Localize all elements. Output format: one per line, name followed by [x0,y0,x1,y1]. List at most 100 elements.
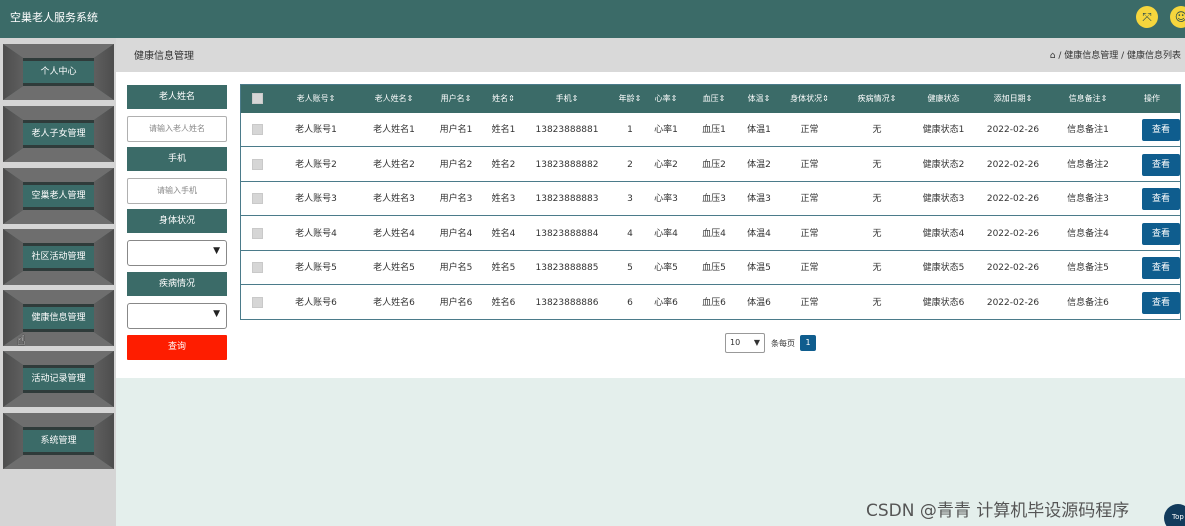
column-header: 健康状态 [927,94,960,103]
table-cell: 正常 [800,263,819,273]
bevel-bottom [3,86,114,100]
table-cell: 老人姓名1 [373,125,415,135]
table-cell: 用户名1 [439,125,473,135]
table-cell: 无 [872,263,882,273]
column-header[interactable]: 手机⇕ [523,85,611,113]
column-header[interactable]: 体温⇕ [740,85,778,113]
column-header[interactable]: 心率⇕ [647,85,685,113]
table-cell: 正常 [800,194,819,204]
table-cell: 老人姓名4 [373,228,415,239]
column-header[interactable]: 身体状况⇕ [781,85,838,113]
bevel-top [3,106,114,120]
health-table: 老人账号⇕ 老人姓名⇕ 用户名⇕ 姓名⇕ 手机⇕ 年龄⇕ 心率⇕ 血压⇕ 体温⇕ 身体状况⇕ 疾病情… [240,84,1181,320]
table-cell: 13823888881 [535,125,599,135]
sidebar-item-label: 活动记录管理 [23,368,94,390]
table-cell: 老人姓名6 [373,297,415,308]
health-status-select[interactable]: ▼ [127,240,227,266]
table-cell: 血压1 [702,125,726,135]
table-cell: 信息备注6 [1067,297,1109,308]
table-cell: 老人姓名2 [373,159,415,170]
table-cell: 用户名6 [439,297,473,308]
view-button[interactable]: 查看 [1142,188,1180,210]
column-header[interactable]: 姓名⇕ [482,85,525,113]
table-row: 老人账号1 老人姓名1 用户名1 姓名1 13823888881 1 心率1 血压1 体温1 正常… [241,113,1180,147]
column-header[interactable]: 疾病情况⇕ [845,85,909,113]
row-checkbox[interactable] [252,296,263,308]
query-button[interactable]: 查询 [127,335,227,360]
column-header[interactable]: 年龄⇕ [618,85,642,113]
table-cell: 健康状态1 [922,125,965,135]
table-cell: 13823888884 [535,228,599,239]
table-cell: 用户名5 [439,263,473,273]
table-cell: 老人账号6 [295,297,337,308]
elder-name-input[interactable]: 请输入老人姓名 [127,116,227,142]
sidebar-item-label: 健康信息管理 [23,307,94,329]
breadcrumb[interactable]: ⌂ / 健康信息管理 / 健康信息列表 [1050,48,1181,61]
table-cell: 血压4 [702,228,726,239]
column-header[interactable]: 用户名⇕ [430,85,482,113]
column-header[interactable]: 血压⇕ [692,85,736,113]
view-button[interactable]: 查看 [1142,153,1180,176]
sidebar-item[interactable]: 活动记录管理 [3,351,114,407]
table-cell: 5 [627,263,633,273]
table-cell: 3 [627,194,633,204]
page-size-select[interactable]: 10 ▼ [725,333,765,353]
sidebar-item[interactable]: 空巢老人管理 [3,168,114,224]
page-size-value: 10 [730,338,741,347]
sidebar-item[interactable]: 社区活动管理 [3,229,114,285]
row-checkbox[interactable] [252,124,263,135]
table-cell: 老人账号2 [295,159,337,170]
sidebar-item[interactable]: 老人子女管理 [3,106,114,162]
view-button[interactable]: 查看 [1142,291,1180,314]
view-button[interactable]: 查看 [1142,119,1180,141]
table-row: 老人账号4 老人姓名4 用户名4 姓名4 13823888884 4 心率4 血压4 体温4 正常… [241,216,1180,251]
bevel-top [3,351,114,365]
disease-label: 疾病情况 [127,272,227,296]
elder-name-label: 老人姓名 [127,85,227,109]
page-number-button[interactable]: 1 [800,335,816,351]
expand-icon[interactable]: ⤧ [1136,6,1158,28]
sidebar-item-label: 老人子女管理 [23,123,94,145]
table-cell: 13823888885 [535,263,599,273]
column-header[interactable]: 老人姓名⇕ [359,85,429,113]
sidebar-item-label: 系统管理 [23,430,94,452]
column-header[interactable]: 添加日期⇕ [978,85,1048,113]
bevel-top [3,413,114,427]
table-cell: 心率3 [654,194,678,204]
view-button[interactable]: 查看 [1142,257,1180,279]
table-cell: 4 [627,228,633,239]
bevel-top [3,44,114,58]
select-all-checkbox[interactable] [252,93,263,104]
sidebar-item[interactable]: 个人中心 [3,44,114,100]
column-header[interactable]: 信息备注⇕ [1053,85,1123,113]
user-icon[interactable]: ☺ [1170,6,1185,28]
table-cell: 姓名2 [491,159,516,170]
bevel-top [3,229,114,243]
row-checkbox[interactable] [252,193,263,204]
table-cell: 1 [627,125,633,135]
view-button[interactable]: 查看 [1142,222,1180,245]
table-cell: 13823888883 [535,194,599,204]
table-cell: 体温1 [747,125,771,135]
table-cell: 正常 [800,159,819,170]
column-header[interactable]: 老人账号⇕ [288,85,344,113]
table-cell: 体温6 [747,297,771,308]
phone-input[interactable]: 请输入手机 [127,178,227,204]
table-cell: 无 [872,228,882,239]
back-to-top-button[interactable]: Top [1164,504,1185,526]
table-cell: 老人账号5 [295,263,337,273]
table-cell: 信息备注2 [1067,159,1109,170]
sidebar-item[interactable]: 系统管理 [3,413,114,469]
row-checkbox[interactable] [252,262,263,273]
table-cell: 正常 [800,125,819,135]
phone-label: 手机 [127,147,227,171]
row-checkbox[interactable] [252,158,263,170]
bevel-top [3,290,114,304]
table-cell: 13823888886 [535,297,599,308]
table-cell: 姓名3 [491,194,516,204]
row-checkbox[interactable] [252,227,263,239]
disease-select[interactable]: ▼ [127,303,227,329]
table-cell: 2022-02-26 [986,263,1040,273]
sidebar-item-label: 社区活动管理 [23,246,94,268]
table-cell: 信息备注3 [1067,194,1109,204]
